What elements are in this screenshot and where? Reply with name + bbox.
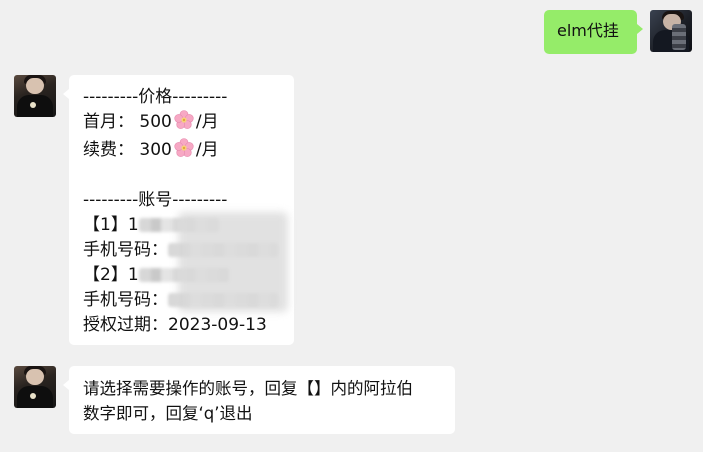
avatar-face — [26, 369, 44, 385]
outgoing-message-bubble[interactable]: elm代挂 — [544, 10, 643, 54]
avatar-badge — [30, 102, 36, 108]
instruction-line-2: 数字即可，回复‘q’退出 — [83, 404, 253, 423]
sender-avatar[interactable] — [14, 75, 56, 117]
first-month-price: 500 — [139, 112, 172, 132]
first-month-unit: /月 — [195, 112, 219, 132]
price-header: ---------价格--------- — [83, 87, 228, 107]
cherry-blossom-icon — [174, 110, 194, 129]
self-avatar[interactable] — [650, 10, 692, 52]
phone-1-label: 手机号码： — [83, 240, 168, 260]
renew-unit: /月 — [195, 140, 219, 160]
renew-price: 300 — [139, 140, 172, 160]
account-1-index: 【1】1 — [83, 215, 139, 235]
sender-avatar[interactable] — [14, 366, 56, 408]
account-header: ---------账号--------- — [83, 190, 228, 210]
instruction-bubble[interactable]: 请选择需要操作的账号，回复【】内的阿拉伯 数字即可，回复‘q’退出 — [63, 366, 455, 434]
phone-2-label: 手机号码： — [83, 290, 168, 310]
expiry-row: 授权过期：2023-09-13 — [83, 313, 280, 338]
renew-row: 续费： 300/月 — [83, 138, 280, 163]
redaction-smear — [178, 212, 288, 312]
expiry-date: 2023-09-13 — [168, 315, 267, 335]
chat-window: elm代挂 ---------价格--------- 首月： 500/月 续费：… — [0, 0, 703, 452]
instruction-line-1: 请选择需要操作的账号，回复【】内的阿拉伯 — [83, 379, 413, 398]
first-month-row: 首月： 500/月 — [83, 110, 280, 135]
outgoing-message-text: elm代挂 — [557, 21, 619, 40]
cherry-blossom-icon — [174, 138, 194, 157]
expiry-label: 授权过期： — [83, 315, 168, 335]
first-month-label: 首月： — [83, 112, 134, 132]
avatar-badge — [30, 393, 36, 399]
account-2-index: 【2】1 — [83, 265, 139, 285]
avatar-face — [26, 78, 44, 94]
renew-label: 续费： — [83, 140, 134, 160]
avatar-scarf — [672, 24, 686, 50]
